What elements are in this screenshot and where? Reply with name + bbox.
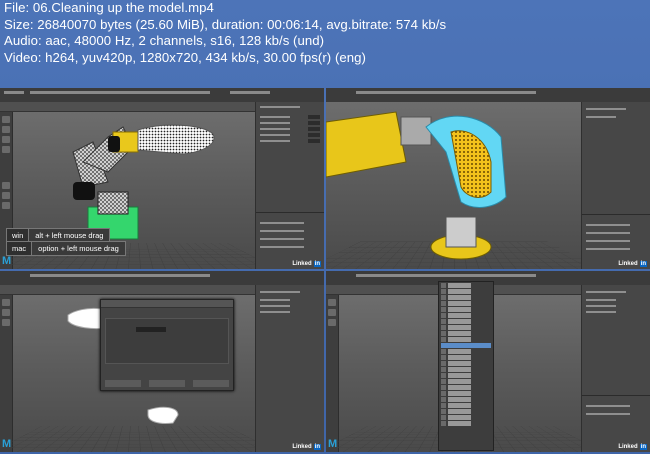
shortcut-hint-mac: mac option + left mouse drag [6,241,126,256]
cleanup-options-dialog[interactable] [100,299,234,391]
robot-arm-closeup [326,111,507,260]
maya-toolbox [0,295,13,452]
thumbnail-2: Linked in [326,88,650,269]
channel-box [255,285,324,452]
hint-text-mac: option + left mouse drag [32,241,126,256]
viewport[interactable] [326,102,622,269]
maya-toolbox [326,295,339,452]
maya-menubar [326,88,650,103]
dialog-button-1[interactable] [105,380,141,387]
dialog-options-frame [105,318,229,364]
thumbnail-4: M Linked in [326,271,650,452]
dialog-button-3[interactable] [193,380,229,387]
linkedin-logo: Linked in [292,261,321,267]
video-line: Video: h264, yuv420p, 1280x720, 434 kb/s… [4,49,366,65]
maya-menubar [0,88,324,103]
dialog-button-2[interactable] [149,380,185,387]
thumbnail-grid: win alt + left mouse drag mac option + l… [0,88,650,454]
channel-box [581,102,650,269]
thumbnail-3: M Linked in [0,271,324,452]
menu-item-highlighted[interactable] [441,343,491,348]
linkedin-logo: Linked in [618,444,647,450]
audio-line: Audio: aac, 48000 Hz, 2 channels, s16, 1… [4,33,325,48]
size-line: Size: 26840070 bytes (25.60 MiB), durati… [4,16,447,32]
linkedin-logo: Linked in [618,261,647,267]
dialog-titlebar [101,300,233,308]
linkedin-logo: Linked in [292,444,321,450]
thumbnail-1: win alt + left mouse drag mac option + l… [0,88,324,269]
option-input[interactable] [136,327,166,332]
maya-logo: M [2,438,12,450]
hint-key-mac: mac [6,241,33,256]
maya-logo: M [2,255,12,267]
maya-logo: M [328,438,338,450]
file-line: File: 06.Cleaning up the model.mp4 [4,0,214,15]
dropdown-menu[interactable] [438,281,494,451]
file-info: File: 06.Cleaning up the model.mp4 Size:… [4,0,644,66]
channel-box [255,102,324,269]
maya-menubar [0,271,324,286]
channel-box [581,285,650,452]
